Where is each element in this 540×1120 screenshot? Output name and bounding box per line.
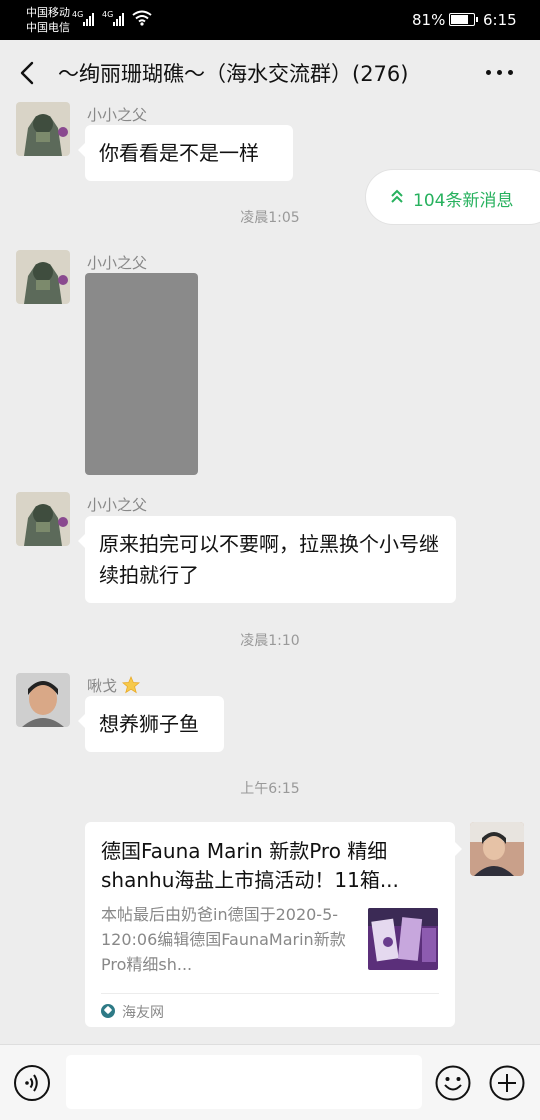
source-logo-icon [101,1004,115,1018]
sender-name: 小小之父 [87,254,148,272]
avatar[interactable] [16,492,70,546]
carrier-labels: 中国移动 中国电信 [26,5,70,35]
link-card[interactable]: 德国Fauna Marin 新款Pro 精细shanhu海盐上市搞活动！11箱.… [85,822,462,1027]
avatar[interactable] [16,673,70,727]
message-bubble[interactable]: 你看看是不是一样 [78,125,293,181]
timestamp: 凌晨1:10 [240,633,300,649]
carrier-2: 中国电信 [26,21,70,34]
signal-icon-1 [83,12,94,26]
message-bubble[interactable]: 想养狮子鱼 [78,696,224,752]
network-type-2: 4G [102,10,114,19]
message-text: 你看看是不是一样 [99,141,259,165]
link-thumbnail [368,908,438,970]
status-bar: 中国移动 中国电信 4G 4G 81% 6:15 [0,0,540,40]
input-bar [0,1044,540,1120]
more-dots-icon[interactable] [486,70,513,75]
network-type-1: 4G [72,10,84,19]
message-text: 想养狮子鱼 [99,712,199,736]
chat-title: ～绚丽珊瑚礁～（海水交流群）(276) [58,62,409,86]
sender-name-text: 啾戈 [87,677,118,695]
avatar[interactable] [470,822,524,876]
chat-header: ～绚丽珊瑚礁～（海水交流群）(276) [0,40,540,106]
chevron-left-icon[interactable] [16,60,40,86]
link-source: 海友网 [122,1005,164,1021]
image-message[interactable] [85,273,198,475]
message-bubble[interactable]: 原来拍完可以不要啊，拉黑换个小号继续拍就行了 [78,516,456,603]
voice-icon[interactable] [14,1065,50,1101]
star-icon [121,675,140,694]
link-divider [101,993,439,994]
timestamp: 上午6:15 [240,781,300,797]
link-title: 德国Fauna Marin 新款Pro 精细shanhu海盐上市搞活动！11箱.… [101,839,399,892]
wifi-icon [132,10,152,26]
message-text: 原来拍完可以不要啊，拉黑换个小号继续拍就行了 [99,532,439,587]
sender-name: 小小之父 [87,496,148,514]
message-input[interactable] [66,1055,422,1109]
link-description: 本帖最后由奶爸in德国于2020-5-120:06编辑德国FaunaMarin新… [101,905,346,974]
battery-percent: 81% [412,11,446,29]
double-chevron-up-icon [391,189,403,203]
avatar[interactable] [16,102,70,156]
sender-name: 啾戈 [87,675,140,696]
carrier-1: 中国移动 [26,6,70,19]
battery-fill [451,15,468,24]
sender-name: 小小之父 [87,106,148,124]
status-time: 6:15 [483,11,517,29]
timestamp: 凌晨1:05 [240,210,300,226]
avatar[interactable] [16,250,70,304]
signal-icon-2 [113,12,124,26]
battery-icon [449,13,478,26]
plus-icon[interactable] [489,1065,525,1101]
emoji-icon[interactable] [435,1065,471,1101]
